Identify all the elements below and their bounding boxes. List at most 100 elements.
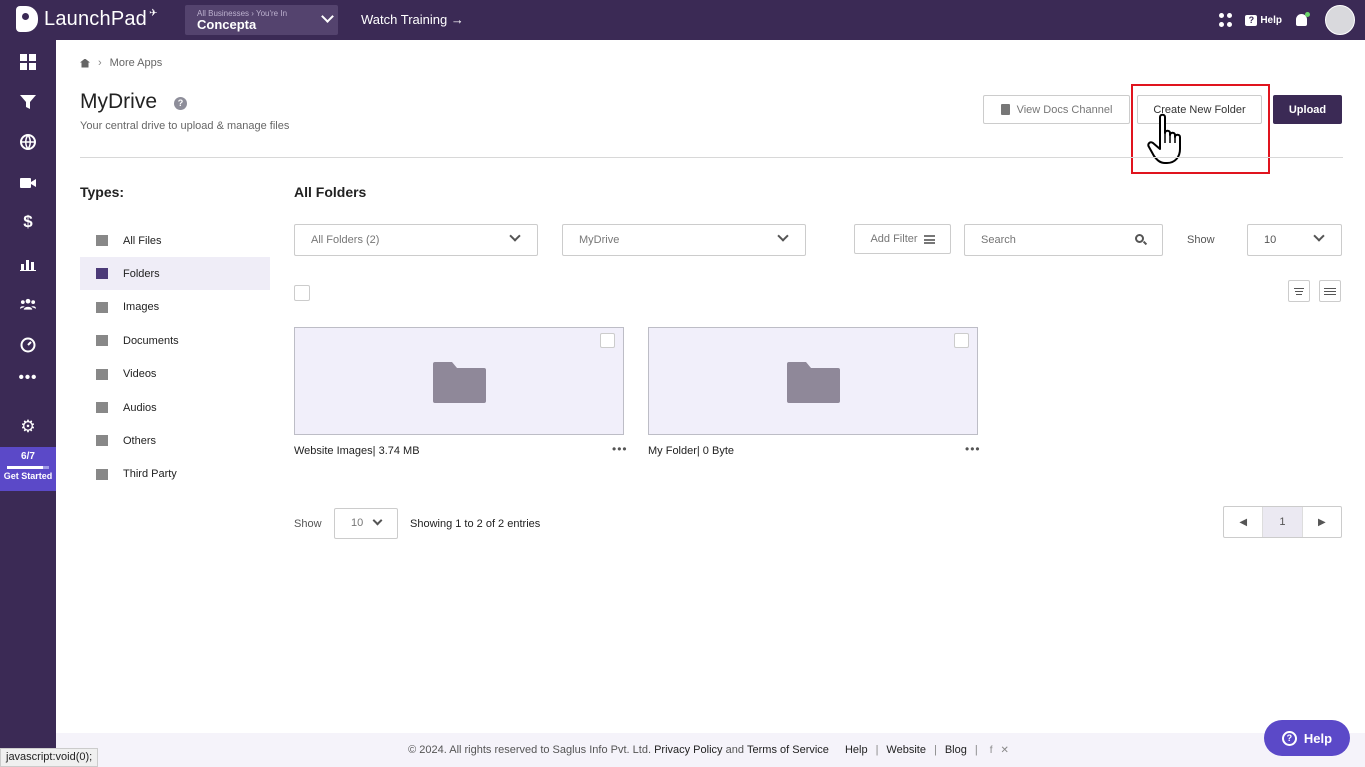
chevron-down-icon xyxy=(1313,230,1325,242)
page-show-label: Show xyxy=(294,518,322,530)
file-icon xyxy=(96,435,108,447)
grid-icon xyxy=(96,235,108,246)
view-docs-channel-button[interactable]: View Docs Channel xyxy=(983,95,1130,124)
search-input[interactable] xyxy=(964,224,1163,256)
page-button-current[interactable]: 1 xyxy=(1262,507,1303,537)
video-icon[interactable] xyxy=(20,175,36,191)
sort-icon[interactable] xyxy=(1288,280,1310,302)
folder-filter-select[interactable]: All Folders (2) xyxy=(294,224,538,256)
page-size-value: 10 xyxy=(351,517,364,529)
add-filter-label: Add Filter xyxy=(870,233,918,245)
more-icon[interactable]: ••• xyxy=(19,369,37,386)
footer: © 2024. All rights reserved to Saglus In… xyxy=(56,733,1365,767)
business-switcher[interactable]: All Businesses › You're In Concepta xyxy=(185,5,338,35)
footer-blog-link[interactable]: Blog xyxy=(945,744,967,756)
dollar-icon[interactable]: $ xyxy=(20,212,36,231)
chevron-down-icon xyxy=(372,515,383,526)
dashboard-icon[interactable] xyxy=(20,54,36,70)
gauge-icon[interactable] xyxy=(20,337,36,353)
status-bar-url: javascript:void(0); xyxy=(0,748,99,767)
footer-and: and xyxy=(725,744,744,756)
sidebar: $ ••• ⚙ 6/7 Get Started xyxy=(0,40,56,767)
type-item-label: Documents xyxy=(123,334,179,347)
image-icon xyxy=(96,301,108,313)
music-icon xyxy=(96,402,108,413)
help-fab-label: Help xyxy=(1303,730,1333,746)
avatar[interactable] xyxy=(1325,5,1355,35)
types-title: Types: xyxy=(80,184,125,200)
breadcrumb-separator-icon: › xyxy=(98,57,102,69)
page-subtitle: Your central drive to upload & manage fi… xyxy=(80,120,290,132)
chevron-down-icon xyxy=(509,230,521,242)
video-icon xyxy=(96,368,108,380)
folder-icon xyxy=(787,362,840,403)
sliders-icon xyxy=(923,234,935,244)
business-name: Concepta xyxy=(197,17,257,32)
document-icon xyxy=(96,335,108,347)
get-started-label: Get Started xyxy=(3,471,53,481)
settings-icon[interactable]: ⚙ xyxy=(20,417,36,436)
prev-page-button[interactable]: ◀ xyxy=(1224,507,1262,537)
apps-grid-icon[interactable] xyxy=(1219,13,1233,27)
logo[interactable]: LaunchPad ✈ xyxy=(16,6,157,32)
add-filter-button[interactable]: Add Filter xyxy=(854,224,951,254)
show-count-select[interactable]: 10 xyxy=(1247,224,1342,256)
question-icon: ? xyxy=(1245,14,1258,26)
next-page-button[interactable]: ▶ xyxy=(1303,507,1341,537)
upload-button[interactable]: Upload xyxy=(1273,95,1342,124)
get-started-count: 6/7 xyxy=(21,451,35,462)
folder-checkbox[interactable] xyxy=(600,333,615,348)
privacy-policy-link[interactable]: Privacy Policy xyxy=(654,744,722,756)
x-twitter-icon[interactable]: ✕ xyxy=(1001,745,1009,756)
help-circle-icon[interactable]: ? xyxy=(174,97,187,110)
chart-icon[interactable] xyxy=(20,256,36,272)
list-view-icon[interactable] xyxy=(1319,280,1341,302)
select-all-checkbox[interactable] xyxy=(294,285,310,301)
drive-filter-select[interactable]: MyDrive xyxy=(562,224,806,256)
help-link[interactable]: ? Help xyxy=(1245,14,1282,26)
folder-card[interactable] xyxy=(294,327,624,435)
third-party-icon xyxy=(96,468,108,480)
pagination: ◀ 1 ▶ xyxy=(1223,506,1342,538)
type-item[interactable]: Others xyxy=(80,424,270,457)
folder-card[interactable] xyxy=(648,327,978,435)
help-fab-button[interactable]: ? Help xyxy=(1264,720,1350,756)
get-started-widget[interactable]: 6/7 Get Started xyxy=(0,447,56,491)
type-item[interactable]: All Files xyxy=(80,224,270,257)
more-options-icon[interactable]: ••• xyxy=(612,442,628,456)
chevron-down-icon xyxy=(777,230,789,242)
footer-separator: | xyxy=(875,744,879,756)
more-options-icon[interactable]: ••• xyxy=(965,442,981,456)
bell-icon[interactable] xyxy=(1296,12,1310,26)
section-title: All Folders xyxy=(294,184,367,200)
rocket-icon: ✈ xyxy=(149,7,158,19)
folder-label[interactable]: My Folder| 0 Byte xyxy=(648,445,734,457)
top-bar: LaunchPad ✈ All Businesses › You're In C… xyxy=(0,0,1365,40)
type-item[interactable]: Folders xyxy=(80,257,270,291)
folder-label[interactable]: Website Images| 3.74 MB xyxy=(294,445,420,457)
header-divider xyxy=(80,157,1343,158)
type-item-label: Audios xyxy=(123,401,157,414)
show-count-value: 10 xyxy=(1264,234,1277,246)
terms-link[interactable]: Terms of Service xyxy=(747,744,829,756)
drive-filter-value: MyDrive xyxy=(579,234,620,246)
users-icon[interactable] xyxy=(20,296,36,312)
type-item[interactable]: Images xyxy=(80,291,270,324)
facebook-icon[interactable]: f xyxy=(990,745,993,756)
funnel-icon[interactable] xyxy=(20,94,36,110)
globe-icon[interactable] xyxy=(20,134,36,150)
question-icon: ? xyxy=(1281,730,1297,746)
document-icon xyxy=(1000,104,1010,115)
folder-checkbox[interactable] xyxy=(954,333,969,348)
type-item[interactable]: Audios xyxy=(80,391,270,424)
watch-training-link[interactable]: Watch Training → xyxy=(361,12,464,27)
page-size-select[interactable]: 10 xyxy=(334,508,398,539)
breadcrumb-current[interactable]: More Apps xyxy=(110,57,163,69)
home-icon[interactable] xyxy=(80,58,90,68)
footer-website-link[interactable]: Website xyxy=(886,744,926,756)
type-item[interactable]: Third Party xyxy=(80,458,270,491)
type-item[interactable]: Documents xyxy=(80,324,270,357)
search-icon[interactable] xyxy=(1135,234,1144,243)
type-item[interactable]: Videos xyxy=(80,358,270,391)
footer-help-link[interactable]: Help xyxy=(845,744,868,756)
